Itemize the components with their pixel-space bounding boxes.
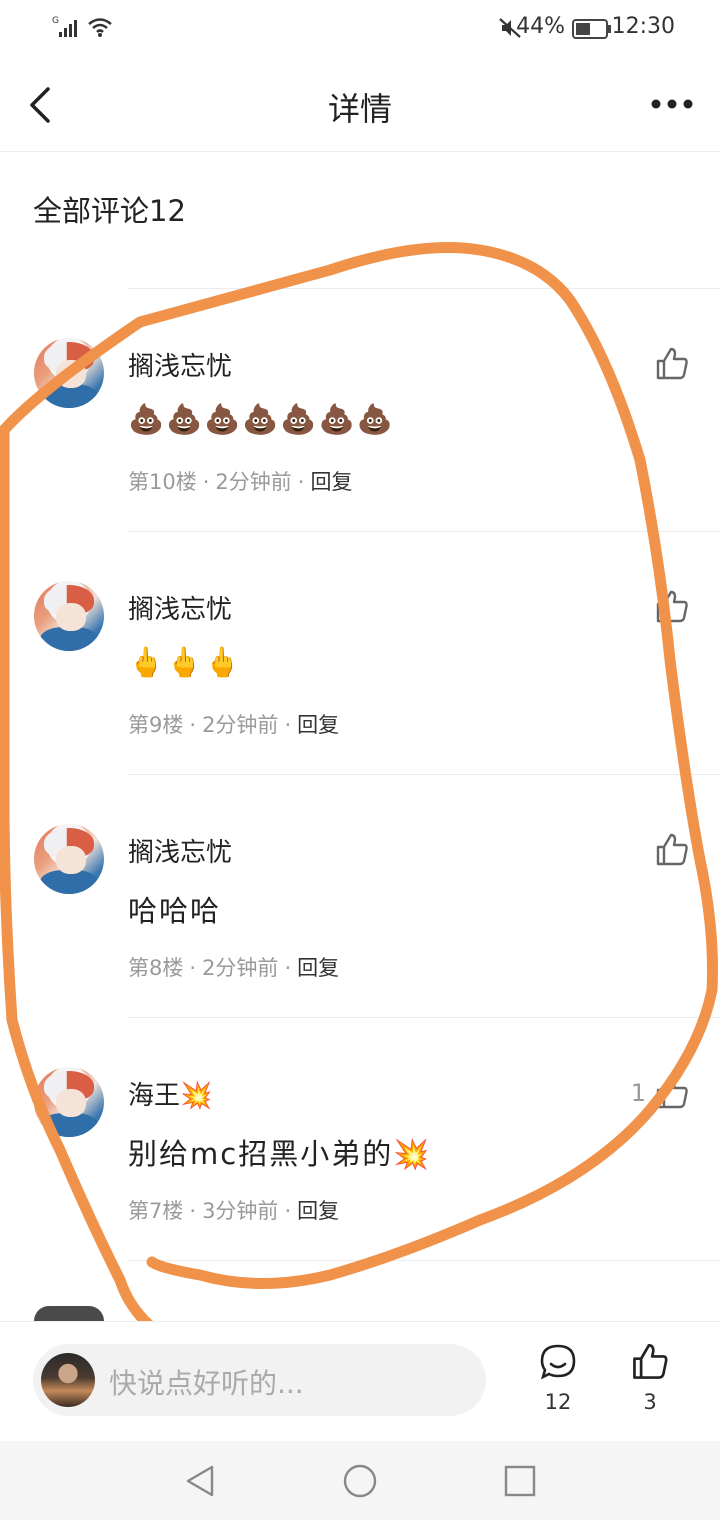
thumbs-up-icon[interactable]	[654, 346, 690, 382]
comment-item: 海王💥 别给mc招黑小弟的💥 第7楼 · 3分钟前 · 回复 1	[0, 1019, 720, 1261]
comment-content: 哈哈哈	[128, 894, 222, 928]
comment-count-button[interactable]: 12	[528, 1342, 588, 1414]
signal-icon	[59, 20, 77, 37]
divider	[128, 531, 720, 532]
comment-username[interactable]: 搁浅忘忧	[128, 346, 232, 383]
thumbs-up-icon	[633, 1344, 668, 1379]
comment-meta: 第8楼 · 2分钟前 · 回复	[128, 952, 339, 982]
status-bar: G 44% 12:30	[0, 0, 720, 58]
comment-input[interactable]: 快说点好听的...	[33, 1344, 486, 1416]
meta-separator: ·	[189, 956, 197, 980]
meta-separator: ·	[189, 1199, 197, 1223]
comment-input-placeholder: 快说点好听的...	[109, 1367, 304, 1400]
comment-username[interactable]: 搁浅忘忧	[128, 832, 232, 869]
comment-username[interactable]: 海王💥	[128, 1075, 212, 1112]
divider	[128, 288, 720, 289]
comment-meta: 第9楼 · 2分钟前 · 回复	[128, 709, 339, 739]
comment-meta: 第7楼 · 3分钟前 · 回复	[128, 1195, 339, 1225]
clock: 12:30	[611, 14, 675, 39]
my-avatar	[41, 1353, 95, 1407]
comment-floor: 第8楼	[128, 956, 184, 980]
comment-item: 搁浅忘忧 💩💩💩💩💩💩💩 第10楼 · 2分钟前 · 回复	[0, 290, 720, 532]
like-count: 3	[643, 1390, 657, 1414]
comment-content: 别给mc招黑小弟的💥	[128, 1137, 432, 1171]
comment-item: 搁浅忘忧 哈哈哈 第8楼 · 2分钟前 · 回复	[0, 776, 720, 1018]
comment-meta: 第10楼 · 2分钟前 · 回复	[128, 466, 352, 496]
comment-content: 🖕🖕🖕	[128, 645, 243, 679]
comments-header: 全部评论12	[33, 194, 186, 228]
avatar[interactable]	[34, 1067, 104, 1137]
thumbs-up-icon[interactable]	[654, 589, 690, 625]
bottom-input-bar: 快说点好听的... 12 3	[0, 1321, 720, 1442]
comment-username[interactable]: 搁浅忘忧	[128, 589, 232, 626]
divider	[128, 1017, 720, 1018]
comment-time: 2分钟前	[215, 470, 292, 494]
thumbs-up-icon[interactable]	[654, 832, 690, 868]
avatar[interactable]	[34, 824, 104, 894]
top-nav-bar: 详情	[0, 58, 720, 152]
meta-separator: ·	[284, 956, 292, 980]
battery-percent: 44%	[516, 14, 565, 39]
meta-separator: ·	[202, 470, 210, 494]
comment-floor: 第9楼	[128, 713, 184, 737]
system-nav-bar	[0, 1441, 720, 1520]
reply-button[interactable]: 回复	[297, 1199, 339, 1223]
like-button[interactable]: 3	[620, 1342, 680, 1414]
avatar[interactable]	[34, 338, 104, 408]
comment-item: 搁浅忘忧 🖕🖕🖕 第9楼 · 2分钟前 · 回复	[0, 533, 720, 775]
comment-count: 12	[544, 1390, 572, 1414]
thumbs-up-icon[interactable]	[654, 1075, 690, 1111]
more-icon[interactable]	[650, 98, 694, 110]
meta-separator: ·	[297, 470, 305, 494]
comment-floor: 第7楼	[128, 1199, 184, 1223]
divider	[128, 1260, 720, 1261]
avatar[interactable]	[34, 1306, 104, 1321]
comment-time: 2分钟前	[202, 956, 279, 980]
comment-floor: 第10楼	[128, 470, 197, 494]
reply-button[interactable]: 回复	[297, 956, 339, 980]
nav-home-icon[interactable]	[342, 1463, 378, 1499]
divider	[128, 774, 720, 775]
meta-separator: ·	[284, 713, 292, 737]
reply-button[interactable]: 回复	[310, 470, 352, 494]
avatar[interactable]	[34, 581, 104, 651]
comment-time: 2分钟前	[202, 713, 279, 737]
wifi-icon	[88, 18, 112, 37]
reply-button[interactable]: 回复	[297, 713, 339, 737]
comment-content: 💩💩💩💩💩💩💩	[128, 402, 395, 436]
comment-time: 3分钟前	[202, 1199, 279, 1223]
battery-icon	[572, 19, 611, 39]
like-count: 1	[630, 1079, 646, 1107]
meta-separator: ·	[284, 1199, 292, 1223]
nav-recents-icon[interactable]	[502, 1463, 538, 1499]
comment-icon	[540, 1344, 576, 1380]
meta-separator: ·	[189, 713, 197, 737]
page-title: 详情	[327, 90, 392, 128]
nav-back-icon[interactable]	[182, 1463, 218, 1499]
